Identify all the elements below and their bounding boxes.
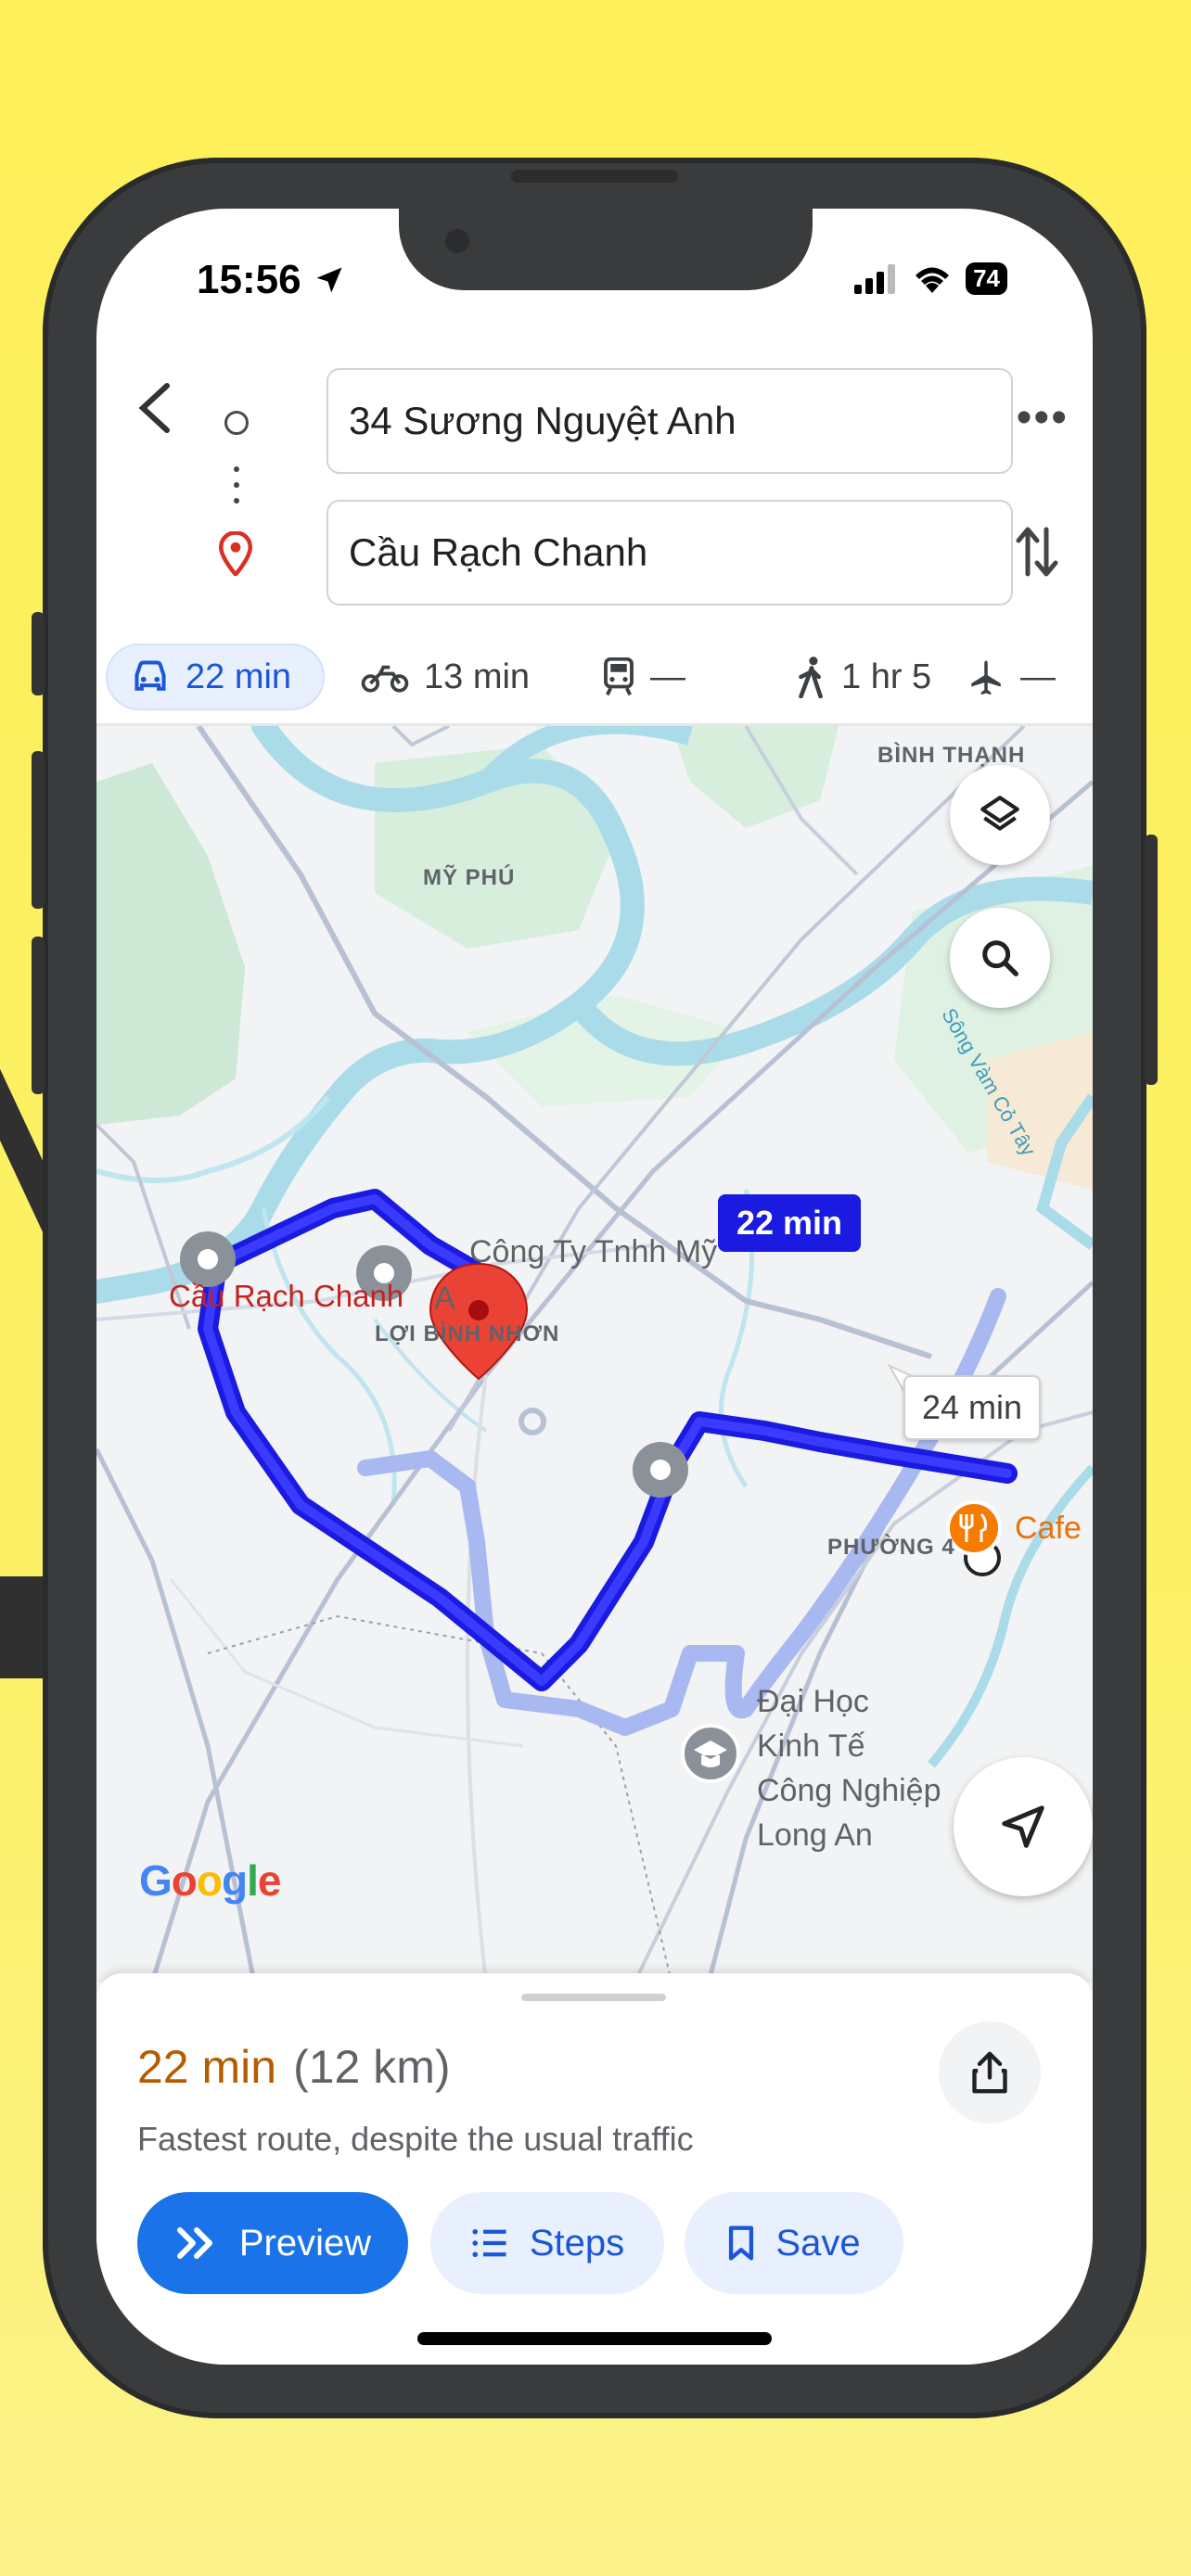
back-button[interactable]	[132, 380, 178, 436]
mode-flight[interactable]: —	[967, 644, 1056, 710]
location-arrow-icon	[316, 267, 342, 293]
search-icon	[982, 940, 1018, 976]
mode-walking[interactable]: 1 hr 5	[797, 644, 931, 710]
status-icons: 74	[854, 262, 1007, 295]
steps-button-label: Steps	[529, 2222, 625, 2264]
route-duration: 22 min	[137, 2041, 277, 2093]
map-logo: Google	[139, 1856, 281, 1905]
place-label-destination[interactable]: Cầu Rạch Chanh	[169, 1279, 403, 1314]
side-button-left-1	[32, 612, 45, 695]
university-line-2: Kinh Tế	[757, 1728, 865, 1764]
swap-icon[interactable]	[1015, 522, 1059, 581]
area-label-phuong-4: PHƯỜNG 4	[827, 1535, 955, 1560]
route-summary: 22 min (12 km)	[137, 2040, 451, 2094]
side-button-left-3	[32, 937, 45, 1094]
share-button[interactable]	[939, 2021, 1041, 2123]
double-chevron-right-icon	[176, 2227, 212, 2259]
save-button-label: Save	[775, 2222, 861, 2264]
alt-route-duration-tag[interactable]: 24 min	[903, 1375, 1042, 1440]
status-time-text: 15:56	[197, 257, 301, 302]
save-button[interactable]: Save	[685, 2192, 903, 2294]
transit-icon	[604, 657, 634, 696]
side-button-right	[1145, 835, 1158, 1085]
destination-field-text: Cầu Rạch Chanh	[349, 530, 648, 574]
place-label-company-suffix: A	[434, 1281, 455, 1316]
travel-mode-bar: 22 min 13 min — 1 hr 5 —	[96, 631, 1093, 726]
place-label-cafe[interactable]: Cafe	[1015, 1511, 1082, 1547]
recenter-button[interactable]	[954, 1757, 1093, 1896]
origin-field[interactable]: 34 Sương Nguyệt Anh	[327, 368, 1013, 474]
waypoint-marker	[633, 1442, 688, 1498]
mode-motorbike[interactable]: 13 min	[361, 644, 530, 710]
status-time: 15:56	[197, 257, 346, 303]
route-description: Fastest route, despite the usual traffic	[137, 2120, 694, 2158]
map-canvas	[96, 726, 1093, 1983]
mode-motorbike-label: 13 min	[424, 657, 531, 696]
route-dots-icon	[234, 466, 239, 514]
layers-icon	[980, 796, 1019, 831]
battery-indicator: 74	[966, 262, 1007, 295]
side-button-left-2	[32, 751, 45, 909]
university-line-4: Long An	[757, 1817, 873, 1853]
route-bottom-sheet: 22 min (12 km) Fastest route, despite the…	[96, 1973, 1093, 2365]
speaker-grille	[511, 170, 678, 183]
navigation-arrow-icon	[1002, 1805, 1044, 1848]
university-line-3: Công Nghiệp	[757, 1773, 941, 1808]
mode-driving-label: 22 min	[186, 657, 292, 696]
mode-transit[interactable]: —	[602, 644, 685, 710]
origin-field-text: 34 Sương Nguyệt Anh	[349, 399, 736, 442]
motorbike-icon	[361, 665, 409, 693]
share-icon	[972, 2051, 1007, 2094]
camera	[445, 229, 469, 253]
steps-button[interactable]: Steps	[430, 2192, 664, 2294]
preview-button-label: Preview	[238, 2222, 372, 2264]
search-map-button[interactable]	[950, 908, 1050, 1008]
area-label-my-phu: MỸ PHÚ	[423, 865, 516, 890]
origin-circle-icon	[224, 411, 249, 435]
mode-walking-label: 1 hr 5	[841, 657, 932, 696]
mode-driving[interactable]: 22 min	[106, 644, 325, 710]
car-icon	[134, 660, 166, 691]
place-label-university[interactable]: Đại Học Kinh Tế Công Nghiệp Long An	[757, 1679, 941, 1857]
area-label-loi-binh-nhon: LỢI BÌNH NHƠN	[375, 1321, 560, 1346]
wifi-icon	[916, 267, 950, 293]
flight-icon	[971, 660, 1001, 695]
layers-button[interactable]	[950, 765, 1050, 865]
university-line-1: Đại Học	[757, 1684, 869, 1719]
notch	[399, 209, 813, 290]
mode-transit-label: —	[650, 657, 685, 696]
preview-button[interactable]: Preview	[137, 2192, 408, 2294]
signal-icon	[854, 263, 896, 294]
screen: 15:56 74 34 Sương Nguyệt Anh Cầu Rạch Ch…	[96, 209, 1093, 2365]
walk-icon	[799, 657, 823, 698]
phone-frame: 15:56 74 34 Sương Nguyệt Anh Cầu Rạch Ch…	[32, 158, 1158, 2418]
home-indicator[interactable]	[417, 2332, 772, 2345]
route-distance: (12 km)	[293, 2041, 451, 2093]
map-view[interactable]: BÌNH THẠNH MỸ PHÚ LỢI BÌNH NHƠN PHƯỜNG 4…	[96, 726, 1093, 1983]
drag-handle[interactable]	[521, 1994, 666, 2001]
place-label-company[interactable]: Công Ty Tnhh Mỹ	[469, 1234, 717, 1270]
list-icon	[472, 2228, 506, 2258]
chevron-left-icon	[138, 383, 170, 433]
route-duration-tag[interactable]: 22 min	[718, 1194, 862, 1252]
more-options-icon[interactable]: •••	[1017, 392, 1069, 443]
bookmark-icon	[729, 2225, 754, 2261]
destination-pin-icon	[219, 531, 252, 576]
destination-field[interactable]: Cầu Rạch Chanh	[327, 500, 1013, 606]
mode-flight-label: —	[1020, 657, 1056, 696]
